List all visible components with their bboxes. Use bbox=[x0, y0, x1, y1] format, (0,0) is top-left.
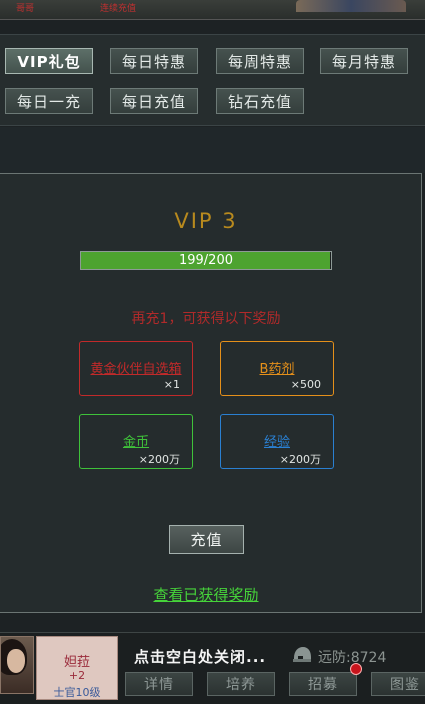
character-figure-image bbox=[296, 0, 406, 12]
reward-qty: ×200万 bbox=[279, 453, 321, 466]
reward-item-exp[interactable]: 经验 ×200万 bbox=[220, 414, 334, 469]
vip-progress-bar: 199/200 bbox=[80, 251, 332, 270]
reward-name: 黄金伙伴自选箱 bbox=[90, 362, 182, 377]
top-red-label: 哥哥 bbox=[16, 4, 35, 14]
top-strip: 哥哥 连续充值 bbox=[0, 0, 425, 20]
top-red-label-2: 连续充值 bbox=[100, 4, 137, 14]
notification-dot bbox=[350, 663, 362, 675]
charge-button[interactable]: 充值 bbox=[169, 525, 244, 554]
reward-item-gold[interactable]: 金币 ×200万 bbox=[79, 414, 193, 469]
tab-diamond-charge[interactable]: 钻石充值 bbox=[216, 88, 304, 114]
tab-vip-gift[interactable]: VIP礼包 bbox=[5, 48, 93, 74]
character-name: 妲菈 bbox=[63, 655, 90, 670]
vip-progress-text: 199/200 bbox=[178, 253, 233, 268]
tab-daily-deal[interactable]: 每日特惠 bbox=[110, 48, 198, 74]
header-band bbox=[0, 127, 425, 173]
character-portrait[interactable] bbox=[0, 636, 34, 694]
tab-monthly-deal[interactable]: 每月特惠 bbox=[320, 48, 408, 74]
character-rank: 士官10级 bbox=[53, 686, 101, 699]
tab-details[interactable]: 详情 bbox=[125, 672, 193, 696]
tab-daily-charge[interactable]: 每日充值 bbox=[110, 88, 198, 114]
portrait-face bbox=[7, 649, 25, 673]
reward-qty: ×1 bbox=[163, 378, 180, 391]
tab-weekly-deal[interactable]: 每周特惠 bbox=[216, 48, 304, 74]
helmet-icon bbox=[293, 647, 311, 662]
recharge-hint: 再充1，可获得以下奖励 bbox=[131, 311, 281, 327]
character-card[interactable]: 妲菈 +2 士官10级 bbox=[36, 636, 118, 700]
character-level: +2 bbox=[68, 669, 86, 682]
tab-recruit[interactable]: 招募 bbox=[289, 672, 357, 696]
tab-codex[interactable]: 图鉴 bbox=[371, 672, 425, 696]
reward-qty: ×500 bbox=[290, 378, 321, 391]
reward-qty: ×200万 bbox=[138, 453, 180, 466]
reward-name: 金币 bbox=[122, 435, 149, 450]
reward-item-b-potion[interactable]: B药剂 ×500 bbox=[220, 341, 334, 396]
close-hint: 点击空白处关闭... bbox=[134, 648, 267, 666]
reward-name: 经验 bbox=[263, 435, 290, 450]
view-obtained-rewards-link[interactable]: 查看已获得奖励 bbox=[0, 584, 412, 605]
vip-level-title: VIP 3 bbox=[174, 209, 238, 233]
tab-daily-first-charge[interactable]: 每日一充 bbox=[5, 88, 93, 114]
tab-train[interactable]: 培养 bbox=[207, 672, 275, 696]
reward-item-golden-box[interactable]: 黄金伙伴自选箱 ×1 bbox=[79, 341, 193, 396]
reward-name: B药剂 bbox=[259, 362, 295, 377]
